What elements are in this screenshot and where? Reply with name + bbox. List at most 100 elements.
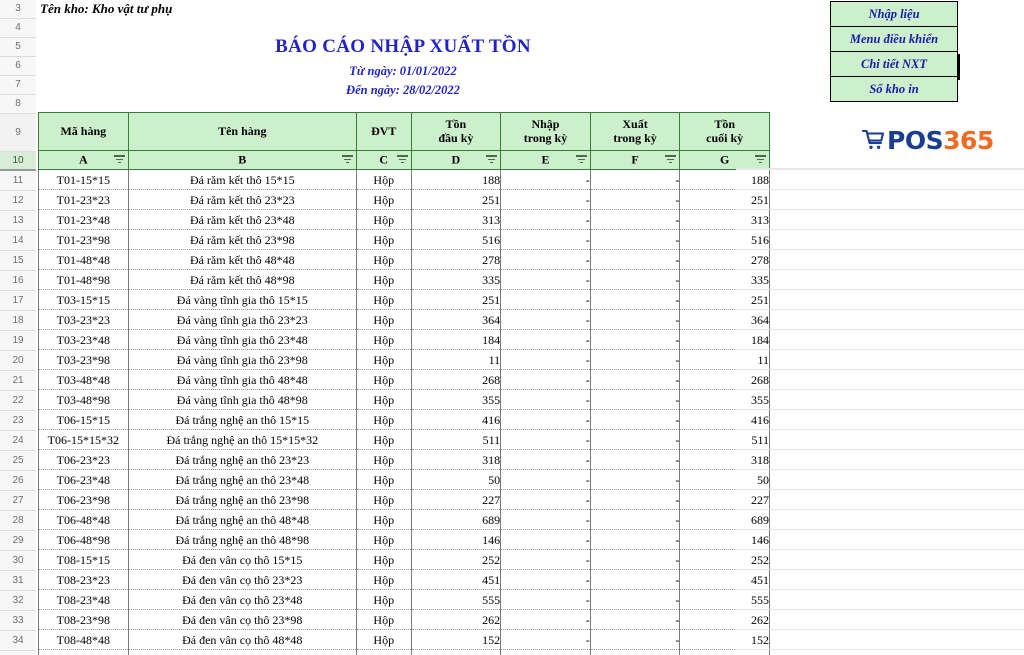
filter-dropdown-icon[interactable] — [486, 155, 498, 165]
table-row[interactable]: T08-48*98Đá đen vân cọ thô 48*98Hộp163--… — [38, 649, 770, 655]
row-header-22[interactable]: 22 — [0, 391, 36, 411]
cell-ma-hang[interactable]: T08-23*98 — [38, 609, 129, 630]
cell-xuat-trong-ky[interactable]: - — [590, 589, 681, 610]
cell-ton-cuoi-ky[interactable]: 516 — [679, 229, 770, 250]
cell-nhap-trong-ky[interactable]: - — [500, 429, 591, 450]
row-header-16[interactable]: 16 — [0, 271, 36, 291]
cell-xuat-trong-ky[interactable]: - — [590, 329, 681, 350]
table-row[interactable]: T06-23*98 Đá trắng nghệ an thô 23*98 Hộp 22… — [38, 489, 770, 510]
cell-dvt[interactable]: Hộp — [356, 349, 412, 370]
cell-nhap-trong-ky[interactable]: - — [500, 569, 591, 590]
table-row[interactable]: T08-15*15 Đá đen vân cọ thô 15*15 Hộp 252- -… — [38, 549, 770, 570]
cell-dvt[interactable]: Hộp — [356, 309, 412, 330]
cell-xuat-trong-ky[interactable]: - — [590, 349, 681, 370]
cell-ten-hang[interactable]: Đá răm kết thô 23*98 — [128, 229, 357, 250]
cell-nhap-trong-ky[interactable]: - — [500, 649, 591, 655]
table-row[interactable]: T06-15*15*32 Đá trắng nghệ an thô 15*15*3… — [38, 429, 770, 450]
cell-nhap-trong-ky[interactable]: - — [500, 509, 591, 530]
cell-nhap-trong-ky[interactable]: - — [500, 269, 591, 290]
cell-ten-hang[interactable]: Đá trắng nghệ an thô 48*48 — [128, 509, 357, 530]
cell-ten-hang[interactable]: Đá răm kết thô 48*48 — [128, 249, 357, 270]
cell-ton-dau-ky[interactable]: 262 — [411, 609, 502, 630]
cell-dvt[interactable]: Hộp — [356, 489, 412, 510]
cell-xuat-trong-ky[interactable]: - — [590, 209, 681, 230]
row-header-9[interactable]: 9 — [0, 114, 36, 152]
row-header-32[interactable]: 32 — [0, 591, 36, 611]
cell-ton-dau-ky[interactable]: 516 — [411, 229, 502, 250]
cell-ton-cuoi-ky[interactable]: 184 — [679, 329, 770, 350]
row-header-30[interactable]: 30 — [0, 551, 36, 571]
row-header-18[interactable]: 18 — [0, 311, 36, 331]
cell-xuat-trong-ky[interactable]: - — [590, 249, 681, 270]
cell-ma-hang[interactable]: T06-23*23 — [38, 449, 129, 470]
cell-xuat-trong-ky[interactable]: - — [590, 369, 681, 390]
table-row[interactable]: T03-15*15 Đá vàng tĩnh gia thô 15*15 Hộp 25… — [38, 289, 770, 310]
cell-xuat-trong-ky[interactable]: - — [590, 189, 681, 210]
filter-dropdown-icon[interactable] — [396, 155, 408, 165]
row-header-31[interactable]: 31 — [0, 571, 36, 591]
cell-ton-cuoi-ky[interactable]: 416 — [679, 409, 770, 430]
cell-nhap-trong-ky[interactable]: - — [500, 629, 591, 650]
cell-ten-hang[interactable]: Đá răm kết thô 15*15 — [128, 169, 357, 190]
cell-dvt[interactable]: Hộp — [356, 389, 412, 410]
cell-ton-cuoi-ky[interactable]: 251 — [679, 189, 770, 210]
cell-ton-cuoi-ky[interactable]: 163 — [679, 649, 770, 655]
cell-ma-hang[interactable]: T08-48*98 — [38, 649, 129, 655]
cell-dvt[interactable]: Hộp — [356, 269, 412, 290]
row-header-26[interactable]: 26 — [0, 471, 36, 491]
cell-ten-hang[interactable]: Đá trắng nghệ an thô 48*98 — [128, 529, 357, 550]
row-header-12[interactable]: 12 — [0, 191, 36, 211]
filter-cell-b[interactable]: B — [127, 150, 357, 170]
cell-xuat-trong-ky[interactable]: - — [590, 449, 681, 470]
row-header-29[interactable]: 29 — [0, 531, 36, 551]
table-row[interactable]: T08-23*23 Đá đen vân cọ thô 23*23 Hộp 451- -… — [38, 569, 770, 590]
cell-ma-hang[interactable]: T01-15*15 — [38, 169, 129, 190]
cell-ton-cuoi-ky[interactable]: 335 — [679, 269, 770, 290]
cell-xuat-trong-ky[interactable]: - — [590, 649, 681, 655]
cell-ton-cuoi-ky[interactable]: 318 — [679, 449, 770, 470]
cell-nhap-trong-ky[interactable]: - — [500, 169, 591, 190]
cell-xuat-trong-ky[interactable]: - — [590, 269, 681, 290]
cell-ten-hang[interactable]: Đá trắng nghệ an thô 15*15 — [128, 409, 357, 430]
cell-ton-dau-ky[interactable]: 511 — [411, 429, 502, 450]
cell-ton-dau-ky[interactable]: 188 — [411, 169, 502, 190]
row-header-6[interactable]: 6 — [0, 57, 36, 76]
cell-ton-cuoi-ky[interactable]: 355 — [679, 389, 770, 410]
cell-dvt[interactable]: Hộp — [356, 469, 412, 490]
cell-ma-hang[interactable]: T01-23*23 — [38, 189, 129, 210]
cell-ton-dau-ky[interactable]: 251 — [411, 189, 502, 210]
cell-xuat-trong-ky[interactable]: - — [590, 569, 681, 590]
cell-ma-hang[interactable]: T03-23*98 — [38, 349, 129, 370]
table-row[interactable]: T01-23*48 Đá răm kết thô 23*48 Hộp 313- -313 — [38, 209, 770, 230]
cell-ton-dau-ky[interactable]: 251 — [411, 289, 502, 310]
cell-nhap-trong-ky[interactable]: - — [500, 349, 591, 370]
cell-ma-hang[interactable]: T03-23*48 — [38, 329, 129, 350]
menu-dieu-khien-button[interactable]: Menu điều khiển — [830, 26, 958, 52]
cell-ton-cuoi-ky[interactable]: 278 — [679, 249, 770, 270]
cell-ton-dau-ky[interactable]: 227 — [411, 489, 502, 510]
filter-dropdown-icon[interactable] — [755, 155, 766, 165]
cell-dvt[interactable]: Hộp — [356, 169, 412, 190]
cell-dvt[interactable]: Hộp — [356, 429, 412, 450]
row-header-5[interactable]: 5 — [0, 38, 36, 57]
filter-dropdown-icon[interactable] — [341, 155, 353, 165]
cell-ma-hang[interactable]: T01-48*98 — [38, 269, 129, 290]
cell-nhap-trong-ky[interactable]: - — [500, 209, 591, 230]
cell-ten-hang[interactable]: Đá đen vân cọ thô 23*98 — [128, 609, 357, 630]
cell-nhap-trong-ky[interactable]: - — [500, 549, 591, 570]
cell-nhap-trong-ky[interactable]: - — [500, 469, 591, 490]
cell-dvt[interactable]: Hộp — [356, 329, 412, 350]
cell-dvt[interactable]: Hộp — [356, 289, 412, 310]
row-header-23[interactable]: 23 — [0, 411, 36, 431]
cell-ma-hang[interactable]: T03-23*23 — [38, 309, 129, 330]
row-header-28[interactable]: 28 — [0, 511, 36, 531]
cell-ten-hang[interactable]: Đá đen vân cọ thô 48*48 — [128, 629, 357, 650]
table-row[interactable]: T06-15*15 Đá trắng nghệ an thô 15*15 Hộp 41… — [38, 409, 770, 430]
table-row[interactable]: T01-15*15 Đá răm kết thô 15*15 Hộp 188- -188 — [38, 169, 770, 190]
row-header-11[interactable]: 11 — [0, 171, 36, 191]
cell-ten-hang[interactable]: Đá vàng tĩnh gia thô 23*98 — [128, 349, 357, 370]
table-row[interactable]: T03-23*98 Đá vàng tĩnh gia thô 23*98 Hộp 11… — [38, 349, 770, 370]
cell-dvt[interactable]: Hộp — [356, 409, 412, 430]
cell-nhap-trong-ky[interactable]: - — [500, 529, 591, 550]
cell-ton-cuoi-ky[interactable]: 252 — [679, 549, 770, 570]
